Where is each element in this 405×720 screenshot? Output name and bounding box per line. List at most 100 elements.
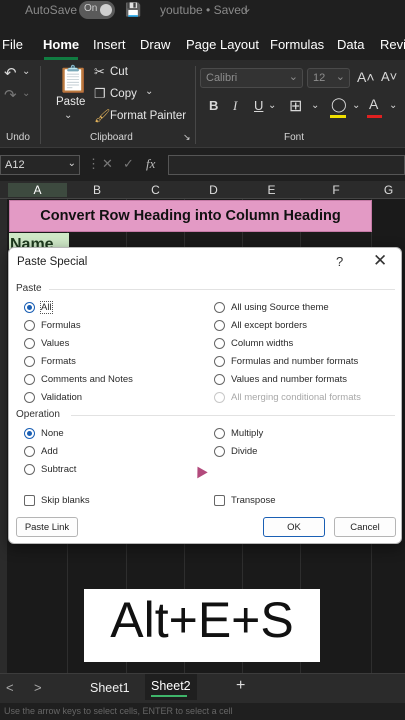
paste-link-button[interactable]: Paste Link (16, 517, 78, 537)
skip-blanks-checkbox[interactable]: Skip blanks (24, 494, 184, 508)
paste-button[interactable]: Paste (56, 96, 85, 108)
radio[interactable] (24, 446, 35, 457)
column-header-a[interactable]: A (8, 183, 67, 197)
operation-option-multiply[interactable]: Multiply (214, 427, 374, 441)
undo-icon[interactable]: ↶ (4, 64, 17, 82)
paste-clipboard-icon[interactable]: 📋 (57, 64, 89, 95)
bold-icon[interactable]: B (209, 98, 218, 113)
radio[interactable] (24, 338, 35, 349)
operation-option-none[interactable]: None (24, 427, 184, 441)
tab-page-layout[interactable]: Page Layout (186, 37, 259, 52)
column-header-f[interactable]: F (301, 183, 371, 197)
font-color-dropdown-icon[interactable]: ⌄ (389, 100, 397, 111)
sheet-tab-sheet1[interactable]: Sheet1 (90, 681, 130, 695)
fill-color-dropdown-icon[interactable]: ⌄ (352, 100, 360, 111)
borders-dropdown-icon[interactable]: ⌄ (311, 100, 319, 111)
paste-option-formats[interactable]: Formats (24, 355, 184, 369)
paste-option-formulas[interactable]: Formulas (24, 319, 184, 333)
radio[interactable] (214, 356, 225, 367)
sheet-tab-sheet2[interactable]: Sheet2 (145, 674, 197, 700)
tab-file[interactable]: File (2, 37, 23, 52)
checkbox[interactable] (214, 495, 225, 506)
column-header-e[interactable]: E (243, 183, 300, 197)
chevron-down-icon[interactable]: ⌄ (242, 1, 252, 15)
underline-icon[interactable]: U (254, 98, 263, 113)
help-icon[interactable]: ? (336, 254, 343, 269)
copy-icon[interactable]: ❐ (94, 86, 106, 102)
ok-button[interactable]: OK (263, 517, 325, 537)
font-size-select[interactable]: 12 ⌄ (307, 68, 350, 88)
checkbox[interactable] (24, 495, 35, 506)
name-box[interactable]: A12 ⌄ (0, 155, 80, 175)
redo-dropdown-icon[interactable]: ⌄ (22, 88, 30, 99)
radio-selected[interactable] (24, 428, 35, 439)
radio[interactable] (214, 428, 225, 439)
operation-option-subtract[interactable]: Subtract (24, 463, 184, 477)
paste-option-values-number-formats[interactable]: Values and number formats (214, 373, 394, 387)
redo-icon[interactable]: ↷ (4, 86, 17, 104)
cancel-entry-icon[interactable]: ✕ (102, 156, 113, 172)
undo-dropdown-icon[interactable]: ⌄ (22, 66, 30, 77)
fill-color-icon[interactable]: ◯ (331, 96, 347, 113)
radio[interactable] (214, 338, 225, 349)
radio[interactable] (214, 374, 225, 385)
paste-option-source-theme[interactable]: All using Source theme (214, 301, 394, 315)
paste-option-except-borders[interactable]: All except borders (214, 319, 394, 333)
title-cell[interactable]: Convert Row Heading into Column Heading (9, 200, 372, 232)
radio[interactable] (214, 302, 225, 313)
column-header-g[interactable]: G (372, 183, 405, 197)
paste-option-values[interactable]: Values (24, 337, 184, 351)
tab-review[interactable]: Revi (380, 37, 405, 52)
confirm-entry-icon[interactable]: ✓ (123, 156, 134, 172)
underline-dropdown-icon[interactable]: ⌄ (268, 100, 276, 111)
tab-formulas[interactable]: Formulas (270, 37, 324, 52)
transpose-checkbox[interactable]: Transpose (214, 494, 374, 508)
operation-option-divide[interactable]: Divide (214, 445, 374, 459)
paste-dropdown-icon[interactable]: ⌄ (64, 110, 72, 121)
radio[interactable] (214, 320, 225, 331)
grow-font-icon[interactable]: A˄ (357, 69, 375, 85)
tab-home[interactable]: Home (43, 37, 79, 52)
font-name-select[interactable]: Calibri ⌄ (200, 68, 303, 88)
cut-icon[interactable]: ✂ (94, 64, 105, 80)
format-painter-icon[interactable]: 🖌 (94, 108, 111, 124)
autosave-toggle[interactable]: On (79, 1, 115, 19)
document-name[interactable]: youtube • Saved (160, 3, 248, 17)
copy-button[interactable]: Copy (110, 88, 137, 100)
borders-icon[interactable]: ⊞ (289, 96, 302, 116)
paste-option-formulas-number-formats[interactable]: Formulas and number formats (214, 355, 394, 369)
previous-sheet-icon[interactable]: < (6, 680, 14, 695)
formula-input[interactable] (168, 155, 405, 175)
close-icon[interactable]: ✕ (373, 251, 387, 271)
next-sheet-icon[interactable]: > (34, 680, 42, 695)
radio-selected[interactable] (24, 302, 35, 313)
tab-data[interactable]: Data (337, 37, 364, 52)
radio[interactable] (24, 320, 35, 331)
radio[interactable] (24, 392, 35, 403)
paste-option-validation[interactable]: Validation (24, 391, 184, 405)
insert-function-icon[interactable]: fx (146, 156, 155, 172)
font-color-icon[interactable]: A (369, 96, 378, 112)
paste-option-column-widths[interactable]: Column widths (214, 337, 394, 351)
paste-option-comments[interactable]: Comments and Notes (24, 373, 184, 387)
copy-dropdown-icon[interactable]: ⌄ (145, 86, 153, 97)
paste-option-all[interactable]: All (24, 301, 184, 315)
tab-insert[interactable]: Insert (93, 37, 126, 52)
shrink-font-icon[interactable]: A˅ (381, 69, 397, 84)
format-painter-button[interactable]: Format Painter (110, 110, 186, 122)
cut-button[interactable]: Cut (110, 66, 128, 78)
add-sheet-icon[interactable]: + (236, 677, 245, 695)
radio[interactable] (24, 356, 35, 367)
radio[interactable] (24, 464, 35, 475)
column-header-d[interactable]: D (185, 183, 242, 197)
column-header-b[interactable]: B (68, 183, 126, 197)
tab-draw[interactable]: Draw (140, 37, 170, 52)
dialog-launcher-icon[interactable]: ↘ (183, 132, 191, 143)
save-icon[interactable]: 💾 (125, 2, 141, 18)
italic-icon[interactable]: I (233, 98, 237, 114)
radio[interactable] (24, 374, 35, 385)
radio[interactable] (214, 446, 225, 457)
operation-option-add[interactable]: Add (24, 445, 184, 459)
cancel-button[interactable]: Cancel (334, 517, 396, 537)
column-header-c[interactable]: C (127, 183, 184, 197)
